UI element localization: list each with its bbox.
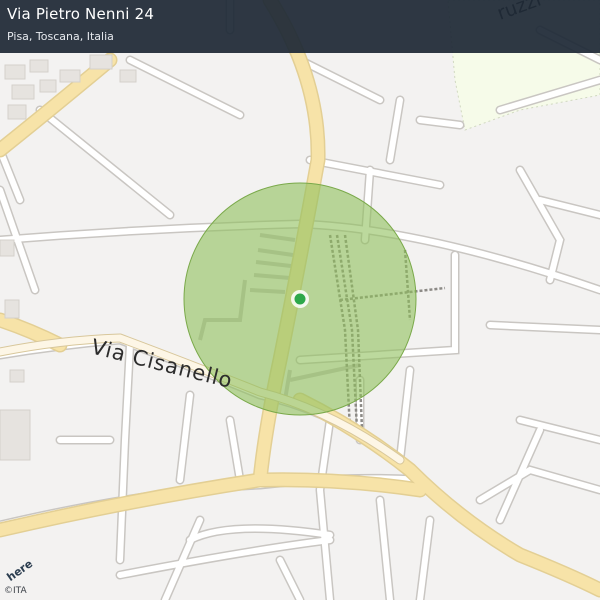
map-attribution: here ©ITA (4, 557, 40, 596)
map-canvas[interactable]: Via Cisanello ruzzi (0, 0, 600, 600)
map-view[interactable]: Via Cisanello ruzzi Via Pietro Nenni 24 … (0, 0, 600, 600)
location-dot[interactable] (294, 293, 306, 305)
location-header: Via Pietro Nenni 24 Pisa, Toscana, Itali… (0, 0, 600, 53)
copyright-text: ©ITA (4, 586, 27, 596)
address-subtitle: Pisa, Toscana, Italia (7, 30, 114, 43)
address-title: Via Pietro Nenni 24 (7, 5, 155, 23)
